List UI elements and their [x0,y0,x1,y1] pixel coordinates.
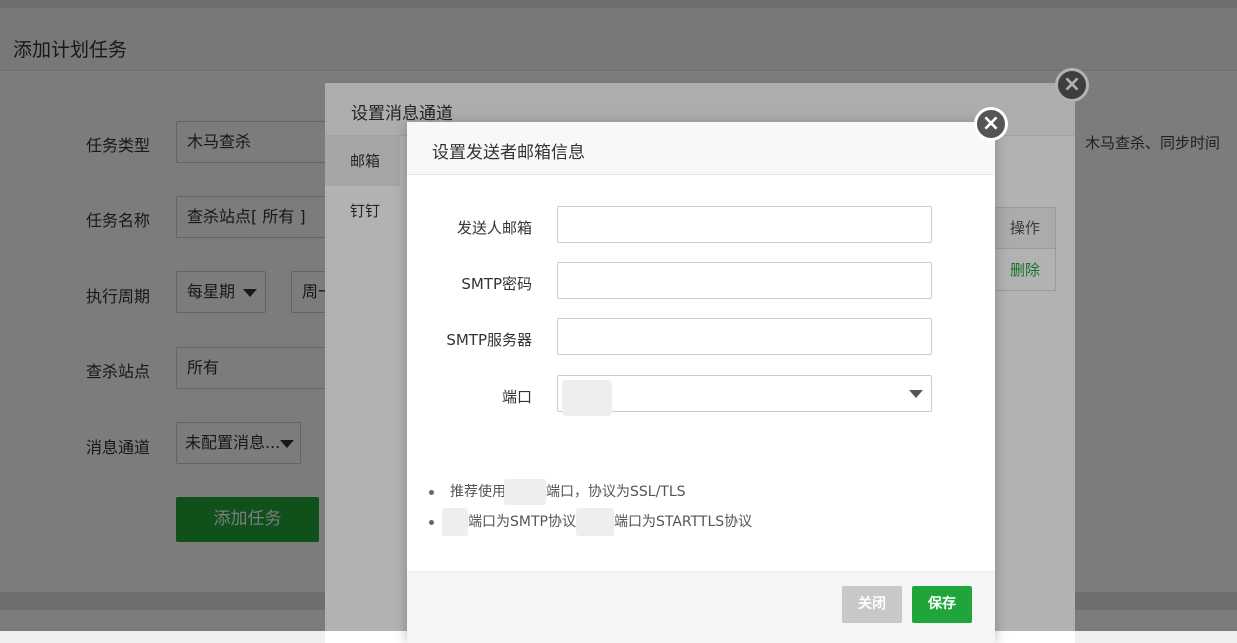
redacted-port [442,508,468,536]
save-button[interactable]: 保存 [912,586,972,623]
port-select[interactable] [557,375,932,416]
port-label: 端口 [501,388,532,406]
tip2-part2: 端口为STARTTLS协议 [613,514,753,530]
email-modal-title: 设置发送者邮箱信息 [432,143,585,163]
smtp-server-label: SMTP服务器 [446,331,532,349]
sender-email-input[interactable] [557,206,932,243]
redacted-value [562,380,612,416]
tip1-before: 推荐使用 [450,484,506,500]
redacted-port [575,508,614,536]
close-icon[interactable]: × [974,107,1008,141]
tip2-part1: 端口为SMTP协议 [468,514,576,530]
redacted-port [504,479,546,505]
sender-email-label: 发送人邮箱 [456,219,532,237]
bullet-icon [429,489,434,495]
smtp-password-label: SMTP密码 [461,275,532,293]
tip-item: 推荐使用 端口，协议为SSL/TLS [429,477,752,507]
bullet-icon [429,519,434,525]
email-modal: 设置发送者邮箱信息 发送人邮箱 SMTP密码 SMTP服务器 端口 推荐使用 端口… [407,122,995,643]
tip-item: 端口为SMTP协议 端口为STARTTLS协议 [429,507,752,537]
chevron-down-icon [909,390,923,398]
email-modal-header: 设置发送者邮箱信息 [407,122,995,175]
tip1-after: 端口，协议为SSL/TLS [546,484,686,500]
email-modal-footer: 关闭 保存 [407,571,995,643]
smtp-server-input[interactable] [557,318,932,355]
smtp-password-input[interactable] [557,262,932,299]
close-button[interactable]: 关闭 [842,586,902,623]
port-tips: 推荐使用 端口，协议为SSL/TLS 端口为SMTP协议 端口为STARTTLS协议 [429,477,752,537]
